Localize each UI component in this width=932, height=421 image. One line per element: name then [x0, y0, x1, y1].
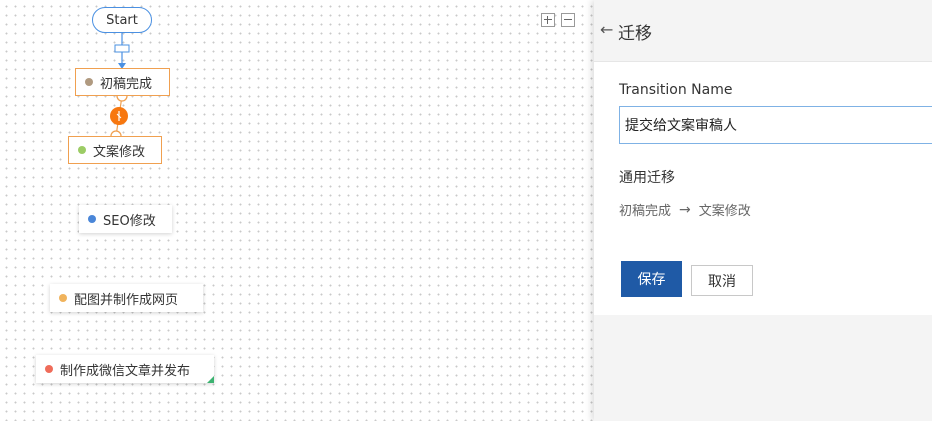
transition-panel: ← 迁移 Transition Name 通用迁移 初稿完成 → 文案修改 保存…: [594, 0, 932, 421]
start-node[interactable]: Start: [92, 7, 152, 33]
panel-header: ← 迁移: [594, 0, 932, 62]
cancel-button[interactable]: 取消: [691, 265, 753, 296]
transition-name-label: Transition Name: [619, 82, 733, 98]
workflow-canvas[interactable]: Start 初稿完成 文案修改 SEO修改 配图并制作成网页 制作成微信文章并发…: [0, 0, 594, 421]
panel-title: 迁移: [618, 24, 652, 44]
state-node-seo-edit[interactable]: SEO修改: [79, 205, 172, 233]
status-dot: [88, 215, 96, 223]
status-dot: [59, 294, 67, 302]
status-dot: [45, 365, 53, 373]
state-node-draft-complete[interactable]: 初稿完成: [75, 68, 170, 96]
status-dot: [85, 78, 93, 86]
start-connector-handle: [114, 44, 130, 53]
transition-link-icon[interactable]: [110, 107, 128, 125]
from-state: 初稿完成: [619, 204, 672, 219]
panel-body: Transition Name 通用迁移 初稿完成 → 文案修改 保存 取消: [594, 62, 932, 315]
transition-path: 初稿完成 → 文案修改: [619, 200, 751, 220]
state-node-label: 制作成微信文章并发布: [60, 363, 191, 379]
resize-corner-icon: [207, 376, 214, 383]
transition-name-input[interactable]: [619, 106, 932, 144]
state-node-label: 文案修改: [93, 144, 146, 160]
zoom-in-button[interactable]: [541, 13, 555, 27]
zoom-out-button[interactable]: [561, 13, 575, 27]
save-button[interactable]: 保存: [621, 261, 682, 297]
start-node-label: Start: [106, 12, 138, 28]
state-node-copy-edit[interactable]: 文案修改: [68, 136, 162, 164]
state-node-images-webpage[interactable]: 配图并制作成网页: [50, 284, 203, 312]
state-node-label: 配图并制作成网页: [74, 292, 179, 308]
status-dot: [78, 146, 86, 154]
state-node-wechat-publish[interactable]: 制作成微信文章并发布: [36, 355, 214, 383]
state-node-label: SEO修改: [103, 213, 156, 229]
common-transition-label: 通用迁移: [619, 170, 675, 186]
to-state: 文案修改: [698, 204, 751, 219]
arrow-right-icon: →: [679, 201, 691, 218]
arrow-left-icon[interactable]: ←: [600, 20, 613, 39]
state-node-label: 初稿完成: [100, 76, 153, 92]
